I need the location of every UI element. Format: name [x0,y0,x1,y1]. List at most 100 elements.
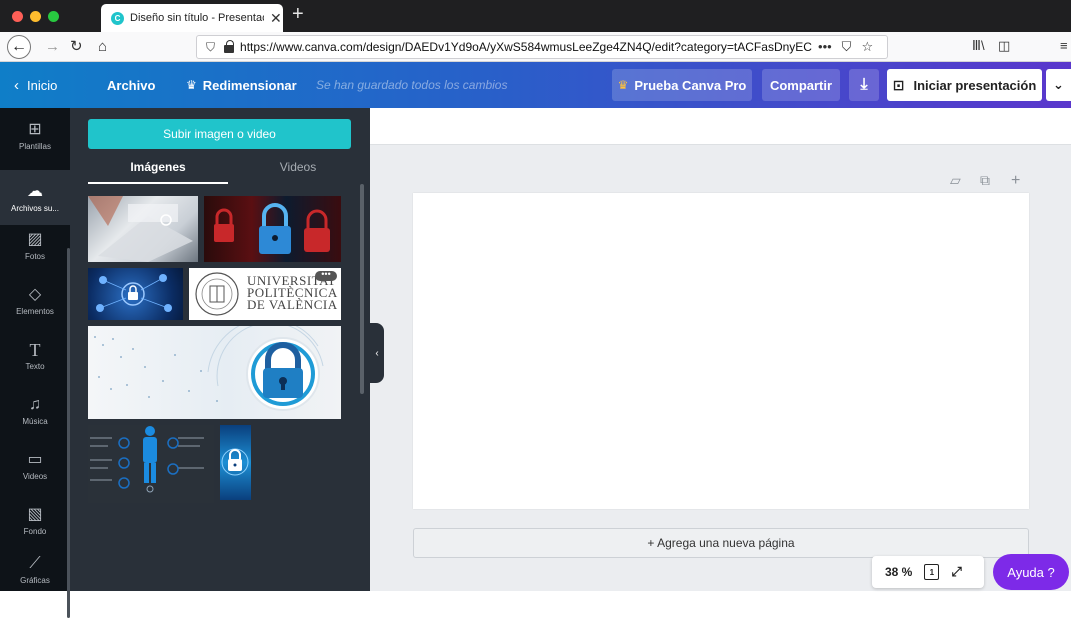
infographic-illustration [90,426,204,493]
add-new-page-button[interactable]: + Agrega una nueva página [413,528,1029,558]
upv-line3: DE VALÈNCIA [247,297,338,312]
rail-item-uploads[interactable]: ☁ Archivos su... [0,170,70,225]
uploaded-image-network-lock[interactable] [88,268,183,320]
page-grid-icon[interactable]: 1 [924,564,940,580]
rail-item-photos[interactable]: ▨ Fotos [0,218,70,273]
uploaded-image-upv-logo[interactable]: UNIVERSITAT POLITÈCNICA DE VALÈNCIA ••• [189,268,341,320]
tab-videos[interactable]: Videos [228,160,368,184]
uploads-panel: Subir imagen o video Imágenes Videos UNI… [70,108,370,591]
uploaded-image-lock-banner[interactable] [88,326,341,419]
try-pro-label: Prueba Canva Pro [634,77,747,93]
lock-icon[interactable] [224,40,235,53]
save-status: Se han guardado todos los cambios [316,78,508,92]
uploaded-image-laptop[interactable] [88,196,198,262]
upload-cloud-icon: ☁ [27,182,43,200]
resize-button[interactable]: ♛ Redimensionar [186,62,297,108]
chart-icon: ⟋ [29,554,41,572]
chevron-down-icon[interactable]: ⌄ [1046,69,1071,101]
design-page[interactable] [413,193,1029,509]
library-icon[interactable]: Ⅲ\ [972,38,985,54]
template-icon: ⊞ [28,120,42,138]
rail-item-text[interactable]: T Texto [0,328,70,383]
rail-label: Archivos su... [10,203,59,213]
panel-scrollbar[interactable] [360,184,364,394]
new-tab-icon[interactable]: + [292,3,304,26]
uploaded-image-padlocks[interactable] [204,196,341,262]
canva-favicon-icon: C [111,11,124,25]
maximize-window-button[interactable] [48,11,59,22]
duplicate-page-icon[interactable]: ⧉ [980,172,990,189]
reload-icon[interactable]: ↻ [70,37,83,57]
browser-tab-bar: C Diseño sin título - Presentación ✕ + [0,0,1071,32]
zoom-level[interactable]: 38 % [885,565,912,579]
url-text[interactable]: https://www.canva.com/design/DAEDv1Yd9oA… [240,40,812,54]
text-icon: T [29,339,41,360]
canva-toolbar: ‹ Inicio Archivo ♛ Redimensionar Se han … [0,62,1071,108]
tracking-shield-icon[interactable]: ⛉ [206,40,215,55]
left-rail: ⊞ Plantillas ☁ Archivos su... ▨ Fotos ◇ … [0,108,70,618]
uploaded-image-infographic[interactable] [88,425,214,503]
share-button[interactable]: Compartir [762,69,840,101]
home-icon[interactable]: ⌂ [98,37,107,57]
start-presentation-label: Iniciar presentación [913,77,1037,93]
minimize-window-button[interactable] [30,11,41,22]
tab-title: Diseño sin título - Presentación [130,12,264,24]
rail-item-templates[interactable]: ⊞ Plantillas [0,108,70,163]
url-bar[interactable]: ⛉ https://www.canva.com/design/DAEDv1Yd9… [196,35,888,59]
resize-label: Redimensionar [202,77,297,93]
browser-tab[interactable]: C Diseño sin título - Presentación ✕ [101,4,283,32]
close-tab-icon[interactable]: ✕ [270,10,282,27]
rail-label: Plantillas [18,141,51,151]
elements-icon: ◇ [28,285,42,303]
presentation-icon: ⊡ [892,76,905,93]
bookmark-star-icon[interactable]: ☆ [861,39,873,55]
more-options-icon[interactable]: ••• [315,270,337,281]
help-button[interactable]: Ayuda ? [993,554,1069,590]
rail-label: Fotos [24,251,45,261]
uploaded-image-tall-lock[interactable] [220,425,251,500]
rail-label: Elementos [16,306,54,316]
rail-item-videos[interactable]: ▭ Videos [0,438,70,493]
rail-label: Videos [22,471,48,481]
browser-nav-bar: ← → ↻ ⌂ ⛉ https://www.canva.com/design/D… [0,32,1071,62]
rail-item-background[interactable]: ▧ Fondo [0,493,70,548]
file-menu-button[interactable]: Archivo [107,62,155,108]
crown-icon: ♛ [617,78,629,92]
start-presentation-button[interactable]: ⊡ Iniciar presentación [887,69,1042,101]
tall-lock-illustration [221,448,249,476]
zoom-controls: 38 % 1 ⤢ [872,556,984,588]
rail-label: Texto [25,361,45,371]
rail-label: Música [22,416,48,426]
collapse-panel-icon[interactable]: ‹ [370,323,384,383]
rail-label: Fondo [23,526,47,536]
home-button[interactable]: ‹ Inicio [14,62,57,108]
forward-arrow-icon[interactable]: → [45,37,60,57]
editor-context-toolbar [370,108,1071,145]
fullscreen-icon[interactable]: ⤢ [951,564,961,580]
close-window-button[interactable] [12,11,23,22]
download-icon[interactable]: ⤓ [849,69,879,101]
upv-seal-icon [195,272,239,316]
chevron-left-icon: ‹ [14,76,19,94]
rail-item-charts[interactable]: ⟋ Gráficas [0,548,70,591]
laptop-illustration [88,196,193,262]
back-arrow-icon[interactable]: ← [7,35,31,59]
menu-icon[interactable]: ≡ [1060,38,1068,53]
home-label: Inicio [27,77,58,93]
crown-icon: ♛ [186,78,197,92]
page-notes-icon[interactable]: ▱ [950,172,961,189]
try-canva-pro-button[interactable]: ♛ Prueba Canva Pro [612,69,752,101]
lock-banner-illustration [94,326,324,411]
add-page-plus-icon[interactable]: + [1011,172,1020,190]
photo-icon: ▨ [27,230,43,248]
rail-item-elements[interactable]: ◇ Elementos [0,273,70,328]
sidebar-toggle-icon[interactable]: ◫ [998,38,1010,54]
video-icon: ▭ [27,450,43,468]
upload-media-button[interactable]: Subir imagen o video [88,119,351,149]
page-actions-icon[interactable]: ••• [818,39,832,55]
tab-images[interactable]: Imágenes [88,160,228,184]
music-icon: ♫ [29,395,41,413]
rail-item-music[interactable]: ♫ Música [0,383,70,438]
pocket-icon[interactable]: ⛉ [842,39,852,55]
network-lock-illustration [96,274,172,312]
